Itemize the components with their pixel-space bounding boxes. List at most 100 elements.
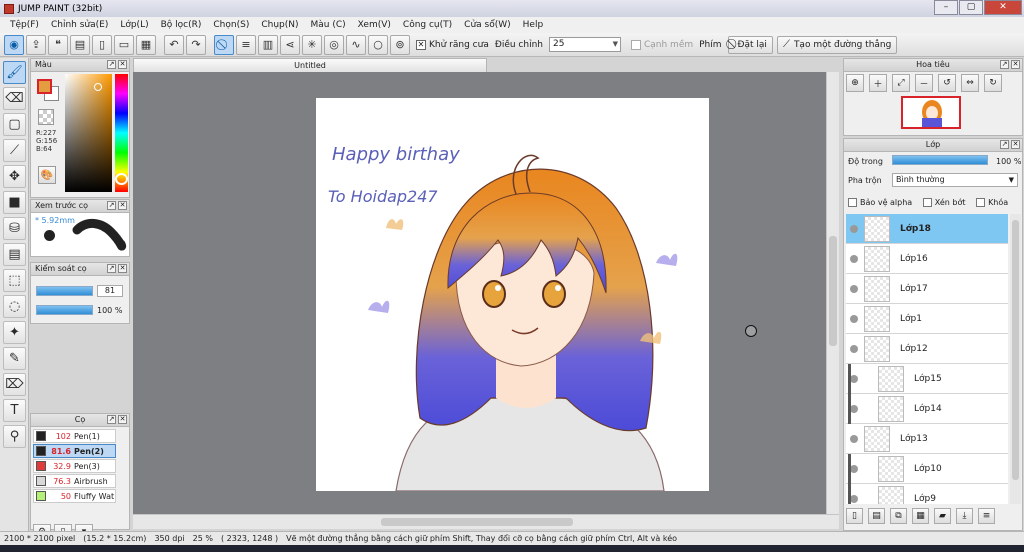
eraser-tool-icon[interactable]: ⌫ bbox=[3, 87, 26, 110]
brush-opacity-slider[interactable] bbox=[36, 305, 93, 315]
ellipse-ruler-icon[interactable]: ⊚ bbox=[390, 34, 410, 55]
layer-item-clipped[interactable]: Lớp15 bbox=[846, 364, 1008, 394]
float-icon[interactable]: ↗ bbox=[1000, 60, 1009, 69]
perspective-icon[interactable]: ⋖ bbox=[280, 34, 300, 55]
bucket-icon[interactable]: ⛁ bbox=[3, 217, 26, 240]
protect-alpha-checkbox[interactable] bbox=[848, 198, 857, 207]
chat-icon[interactable]: ▤ bbox=[70, 34, 90, 55]
straight-line-button[interactable]: ⟋ Tạo một đường thẳng bbox=[776, 35, 898, 54]
menu-window[interactable]: Cửa sổ(W) bbox=[458, 20, 516, 30]
visibility-icon[interactable] bbox=[850, 404, 858, 413]
visibility-icon[interactable] bbox=[850, 494, 858, 503]
close-icon[interactable]: ✕ bbox=[118, 264, 127, 273]
float-icon[interactable]: ↗ bbox=[107, 201, 116, 210]
layer-item-clipped[interactable]: Lớp9 bbox=[846, 484, 1008, 504]
eyedropper-icon[interactable]: ⚲ bbox=[3, 425, 26, 448]
smoothing-icon[interactable]: ◉ bbox=[4, 34, 24, 55]
menu-layer[interactable]: Lớp(L) bbox=[114, 20, 154, 30]
layer-scroll-thumb[interactable] bbox=[1012, 220, 1019, 480]
brush-item[interactable]: 102 Pen(1) bbox=[33, 429, 116, 443]
float-icon[interactable]: ↗ bbox=[107, 264, 116, 273]
lock-checkbox[interactable] bbox=[976, 198, 986, 207]
navigator-thumbnail[interactable] bbox=[901, 96, 961, 129]
reset-button[interactable]: ⃠Đặt lại bbox=[727, 35, 773, 54]
brush-item-selected[interactable]: 81.6 Pen(2) bbox=[33, 444, 116, 458]
vertical-scroll-thumb[interactable] bbox=[829, 236, 837, 346]
menu-help[interactable]: Help bbox=[517, 20, 550, 30]
sv-cursor[interactable] bbox=[94, 83, 102, 91]
layer-item[interactable]: Lớp16 bbox=[846, 244, 1008, 274]
transparent-color-swatch[interactable] bbox=[38, 109, 54, 125]
menu-view[interactable]: Xem(V) bbox=[352, 20, 397, 30]
layer-item-selected[interactable]: Lớp18 bbox=[846, 214, 1008, 244]
move-tool-icon[interactable]: ✥ bbox=[3, 165, 26, 188]
zoom-in-icon[interactable]: ＋ bbox=[869, 74, 887, 92]
layer-item[interactable]: Lớp17 bbox=[846, 274, 1008, 304]
layer-list-scrollbar[interactable] bbox=[1010, 214, 1021, 504]
curve-icon[interactable]: ∿ bbox=[346, 34, 366, 55]
fit-icon[interactable]: ⤢ bbox=[892, 74, 910, 92]
adjust-dropdown[interactable]: 25 ▼ bbox=[548, 37, 621, 52]
document-tab[interactable]: Untitled bbox=[133, 58, 487, 72]
clip-checkbox[interactable] bbox=[922, 198, 932, 207]
zoom-icon[interactable]: ⊕ bbox=[846, 74, 864, 92]
concentric-icon[interactable]: ◎ bbox=[324, 34, 344, 55]
artwork-canvas[interactable]: Happy birthay To Hoidap247 bbox=[316, 98, 709, 491]
visibility-icon[interactable] bbox=[850, 434, 858, 443]
layer-item-clipped[interactable]: Lớp14 bbox=[846, 394, 1008, 424]
canvas-vertical-scrollbar[interactable] bbox=[826, 72, 839, 514]
close-button[interactable]: ✕ bbox=[984, 0, 1022, 15]
visibility-icon[interactable] bbox=[850, 224, 858, 233]
duplicate-layer-icon[interactable]: ⧉ bbox=[890, 508, 907, 524]
new-raster-layer-icon[interactable]: ▤ bbox=[868, 508, 885, 524]
layer-item[interactable]: Lớp12 bbox=[846, 334, 1008, 364]
menu-edit[interactable]: Chỉnh sửa(E) bbox=[45, 20, 114, 30]
layer-item-clipped[interactable]: Lớp10 bbox=[846, 454, 1008, 484]
canvas-area[interactable]: Happy birthay To Hoidap247 bbox=[133, 72, 839, 514]
fill-rect-icon[interactable]: ■ bbox=[3, 191, 26, 214]
visibility-icon[interactable] bbox=[850, 344, 858, 353]
saturation-value-picker[interactable] bbox=[65, 74, 112, 192]
foreground-color-swatch[interactable] bbox=[37, 79, 52, 94]
grid-icon[interactable]: ▦ bbox=[136, 34, 156, 55]
rectangle-select-icon[interactable]: ▢ bbox=[3, 113, 26, 136]
close-icon[interactable]: ✕ bbox=[118, 60, 127, 69]
menu-file[interactable]: Tệp(F) bbox=[4, 20, 45, 30]
marquee-icon[interactable]: ⬚ bbox=[3, 269, 26, 292]
flip-icon[interactable]: ⇔ bbox=[961, 74, 979, 92]
hue-cursor[interactable] bbox=[115, 173, 128, 185]
brush-item[interactable]: 76.3 Airbrush bbox=[33, 474, 116, 488]
gradient-icon[interactable]: ▤ bbox=[3, 243, 26, 266]
minimize-button[interactable]: – bbox=[934, 0, 958, 15]
brush-item[interactable]: 32.9 Pen(3) bbox=[33, 459, 116, 473]
layer-opacity-slider[interactable] bbox=[892, 155, 988, 165]
grid-lines-icon[interactable]: ▥ bbox=[258, 34, 278, 55]
magic-wand-icon[interactable]: ✦ bbox=[3, 321, 26, 344]
redo-icon[interactable]: ↷ bbox=[186, 34, 206, 55]
ruler-off-icon[interactable]: ⃠ bbox=[214, 34, 234, 55]
visibility-icon[interactable] bbox=[850, 464, 858, 473]
hatch-lines-icon[interactable]: ≡ bbox=[236, 34, 256, 55]
line-tool-icon[interactable]: ⟋ bbox=[3, 139, 26, 162]
radial-icon[interactable]: ✳ bbox=[302, 34, 322, 55]
rotate-right-icon[interactable]: ↻ bbox=[984, 74, 1002, 92]
menu-capture[interactable]: Chụp(N) bbox=[255, 20, 304, 30]
close-icon[interactable]: ✕ bbox=[1011, 140, 1020, 149]
blend-mode-dropdown[interactable]: Bình thường ▼ bbox=[892, 173, 1018, 187]
close-icon[interactable]: ✕ bbox=[1011, 60, 1020, 69]
share-icon[interactable]: ⇪ bbox=[26, 34, 46, 55]
horizontal-scroll-thumb[interactable] bbox=[381, 518, 573, 526]
page-icon[interactable]: ▭ bbox=[114, 34, 134, 55]
halftone-layer-icon[interactable]: ▦ bbox=[912, 508, 929, 524]
layer-menu-icon[interactable]: ≡ bbox=[978, 508, 995, 524]
float-icon[interactable]: ↗ bbox=[107, 415, 116, 424]
visibility-icon[interactable] bbox=[850, 314, 858, 323]
brush-item[interactable]: 50 Fluffy Wat bbox=[33, 489, 116, 503]
visibility-icon[interactable] bbox=[850, 254, 858, 263]
close-icon[interactable]: ✕ bbox=[118, 415, 127, 424]
zoom-out-icon[interactable]: － bbox=[915, 74, 933, 92]
select-eraser-icon[interactable]: ⌦ bbox=[3, 373, 26, 396]
antialias-checkbox[interactable]: ✕ bbox=[416, 39, 426, 50]
layer-item[interactable]: Lớp13 bbox=[846, 424, 1008, 454]
new-layer-icon[interactable]: ▯ bbox=[846, 508, 863, 524]
